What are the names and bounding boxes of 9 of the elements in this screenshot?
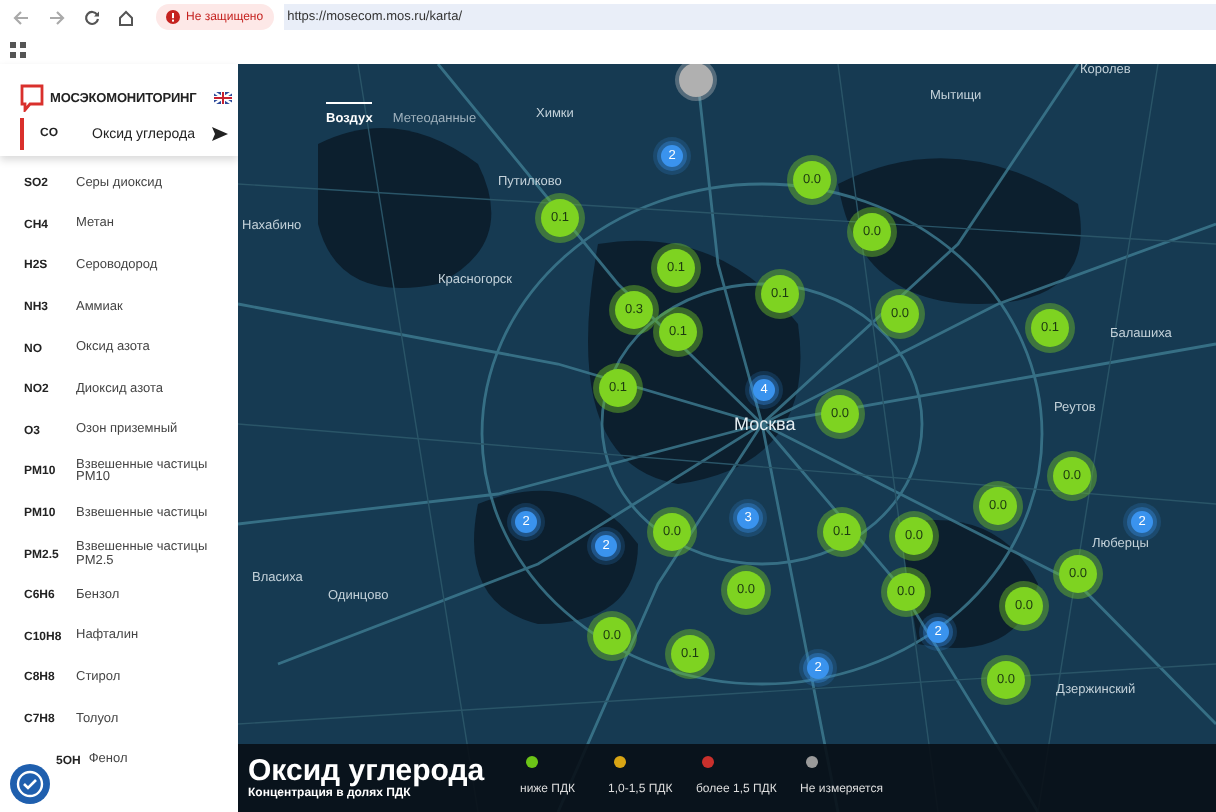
speech-bubble-logo-icon: [20, 84, 44, 112]
home-icon[interactable]: [118, 9, 134, 25]
reload-icon[interactable]: [84, 9, 100, 25]
warning-icon: [166, 10, 180, 24]
apps-grid-icon[interactable]: [10, 41, 26, 57]
send-arrow-icon[interactable]: [212, 126, 228, 142]
flag-icon[interactable]: [214, 92, 233, 104]
place-label: Москва: [734, 414, 796, 434]
legend-title: Оксид углерода: [248, 754, 487, 788]
